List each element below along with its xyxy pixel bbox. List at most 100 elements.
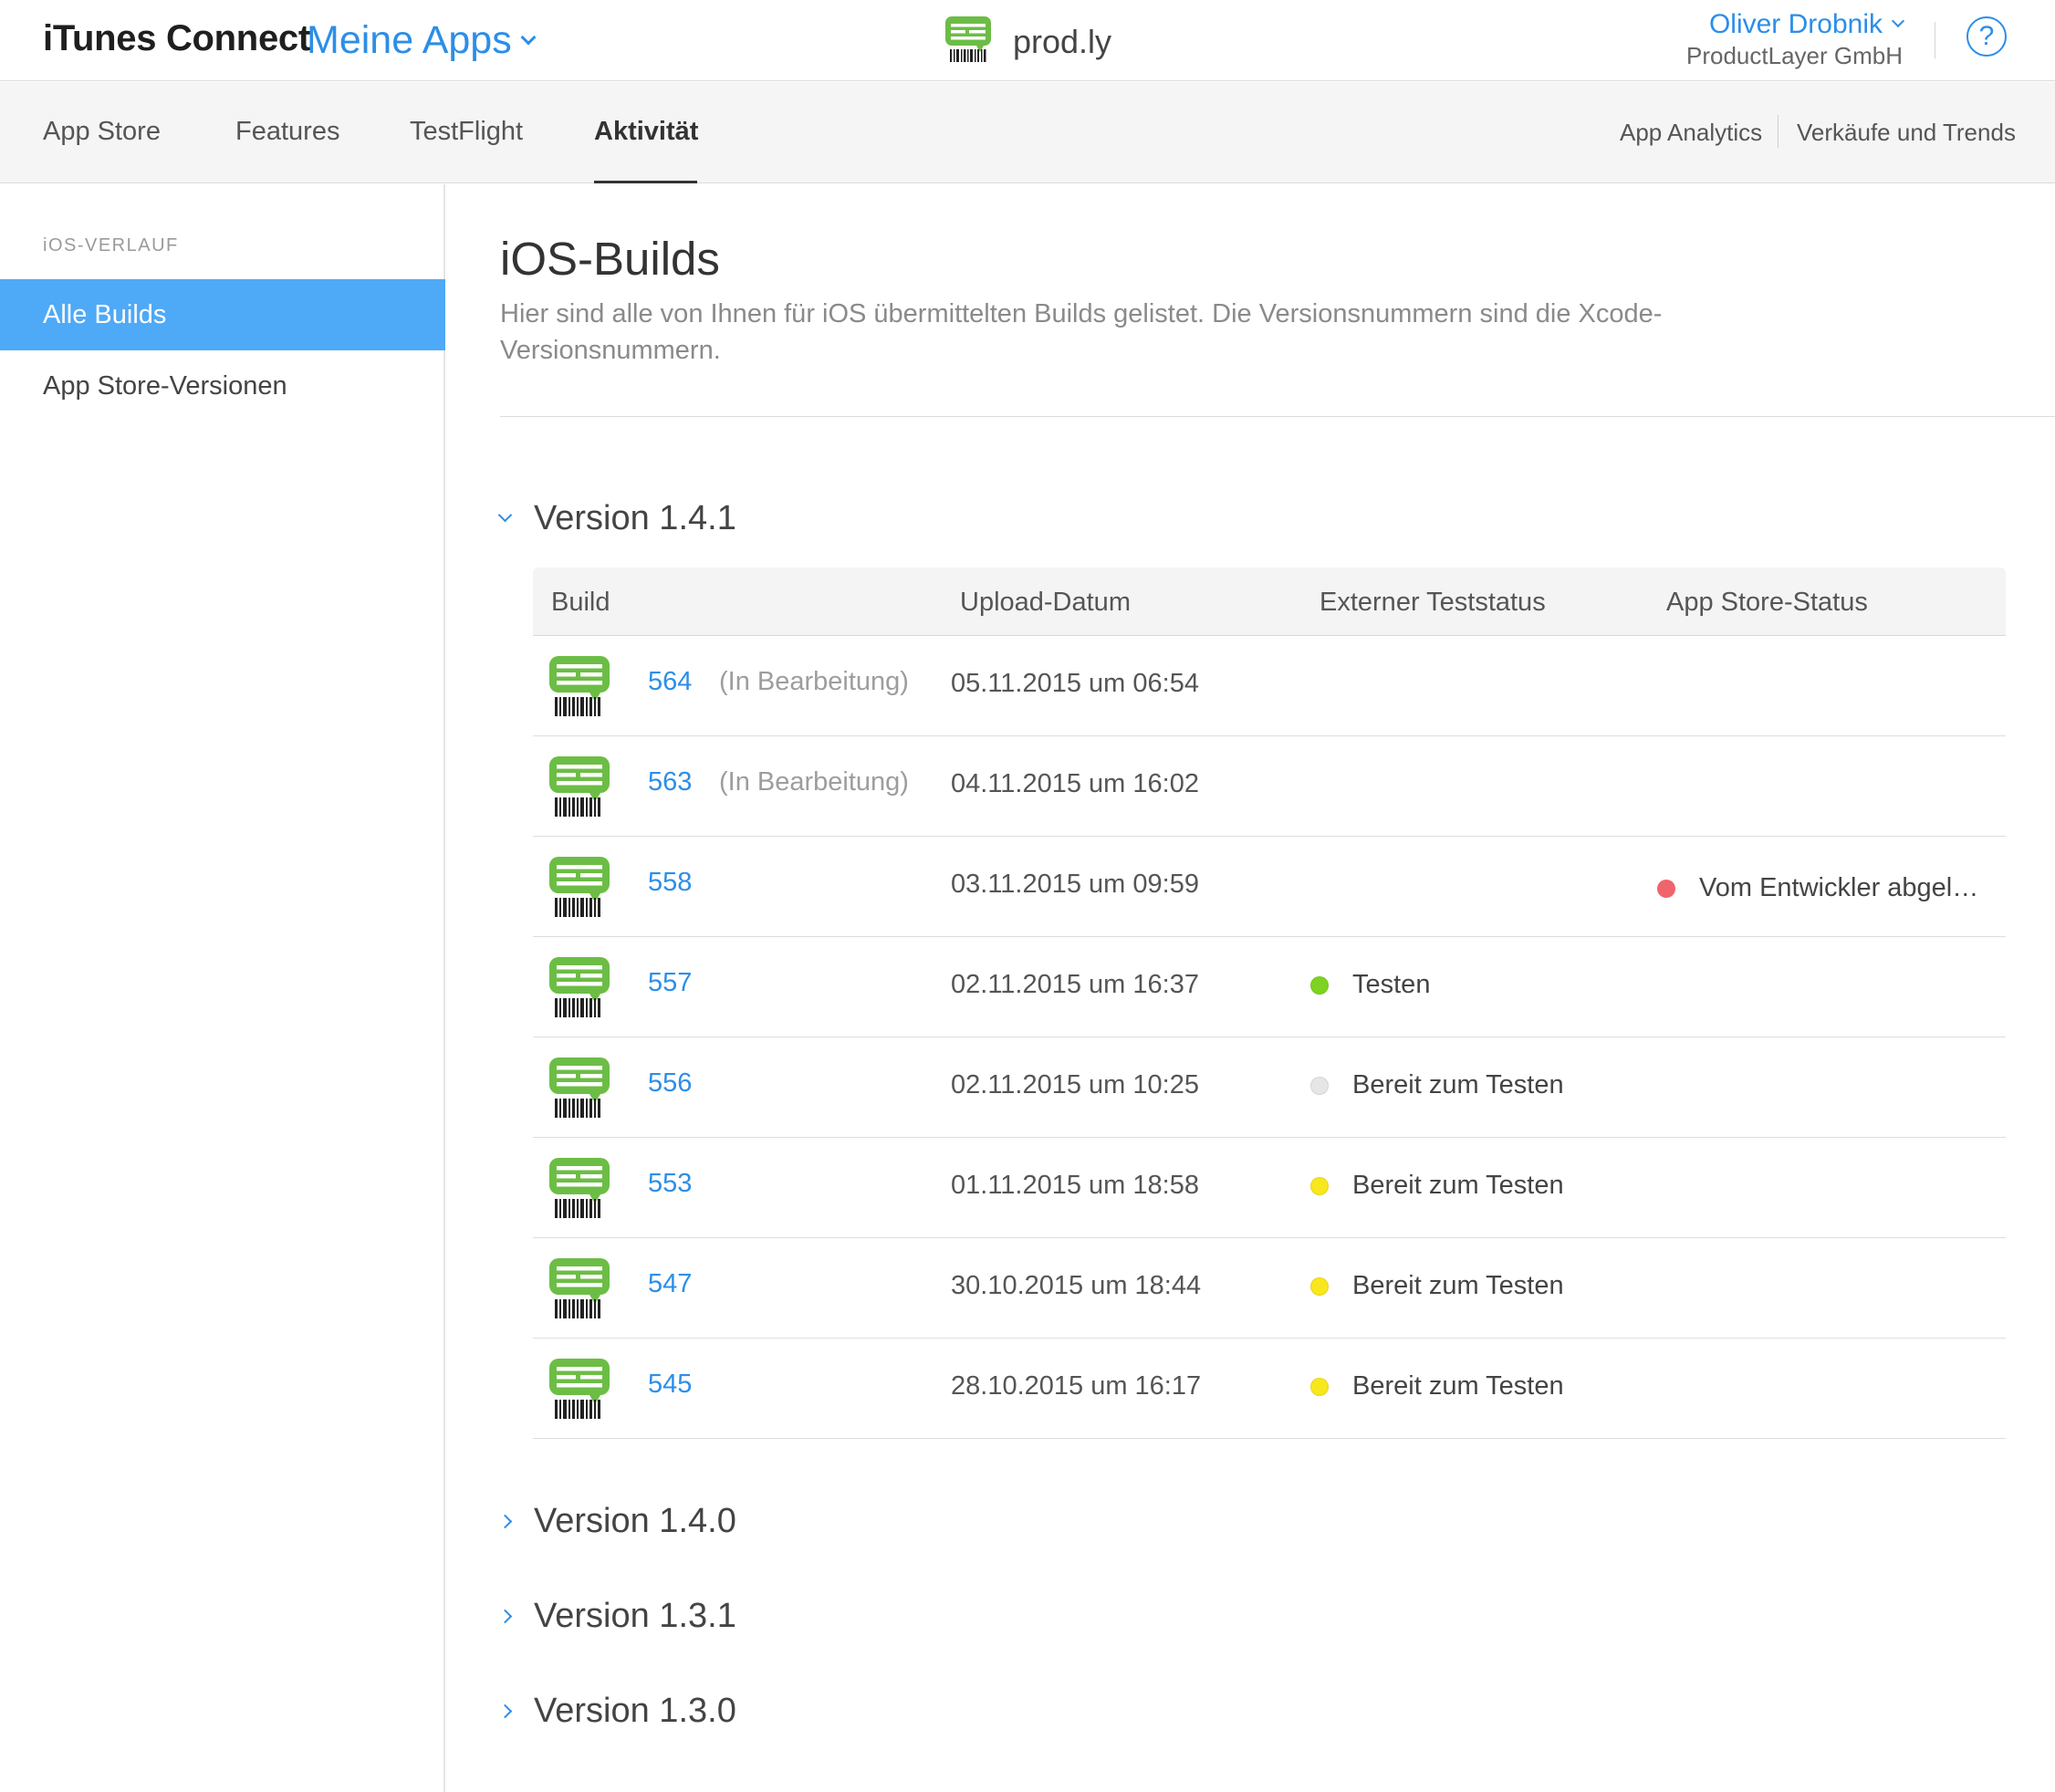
upload-date: 01.11.2015 um 18:58 [951,1171,1199,1200]
brand-title: iTunes Connect [43,18,310,58]
sidebar-item-app-store-versions[interactable]: App Store-Versionen [0,350,445,422]
status-dot-icon [1657,879,1675,898]
table-row[interactable]: 557 02.11.2015 um 16:37 Testen [533,937,2006,1037]
table-row[interactable]: 563 (In Bearbeitung) 04.11.2015 um 16:02 [533,736,2006,837]
chevron-right-icon [497,1609,513,1624]
external-test-status: Bereit zum Testen [1310,1070,1564,1100]
app-icon [548,654,611,724]
external-test-status-label: Bereit zum Testen [1352,1070,1564,1099]
build-number-link[interactable]: 557 [648,968,692,998]
page-description: Hier sind alle von Ihnen für iOS übermit… [500,299,1663,365]
external-test-status: Bereit zum Testen [1310,1271,1564,1301]
column-build: Build [551,588,610,617]
app-store-status-label: Vom Entwickler abgel… [1699,873,1979,902]
user-name: Oliver Drobnik [1708,9,1883,39]
chevron-down-icon [497,507,513,523]
upload-date: 02.11.2015 um 10:25 [951,1070,1199,1099]
sidebar: iOS-VERLAUF Alle Builds App Store-Versio… [0,184,445,1792]
build-number-link[interactable]: 563 [648,767,692,797]
external-test-status: Bereit zum Testen [1310,1171,1564,1201]
upload-date: 28.10.2015 um 16:17 [951,1371,1202,1401]
page-title: iOS-Builds [500,233,720,285]
external-test-status: Bereit zum Testen [1310,1371,1564,1401]
app-icon [548,855,611,925]
section-tabs: App Store Features TestFlight Aktivität … [0,82,2055,183]
top-header: iTunes Connect Meine Apps prod.ly Oliver… [0,0,2055,81]
column-upload-date: Upload-Datum [960,588,1131,617]
chevron-down-icon [1891,14,1905,28]
user-menu[interactable]: Oliver Drobnik [1686,9,1905,40]
main-content: iOS-Builds Hier sind alle von Ihnen für … [447,184,2055,1792]
tab-features[interactable]: Features [235,117,339,147]
table-row[interactable]: 547 30.10.2015 um 18:44 Bereit zum Testen [533,1238,2006,1339]
version-label: Version 1.4.1 [534,499,736,537]
version-label: Version 1.4.0 [534,1502,736,1540]
version-1-3-0-toggle[interactable]: Version 1.3.0 [497,1692,736,1731]
my-apps-label: Meine Apps [307,18,512,62]
tab-testflight[interactable]: TestFlight [410,117,523,147]
chevron-right-icon [497,1514,513,1529]
table-row[interactable]: 564 (In Bearbeitung) 05.11.2015 um 06:54 [533,636,2006,736]
app-store-status: Vom Entwickler abgel… [1657,873,1978,903]
status-dot-icon [1310,1377,1329,1396]
upload-date: 05.11.2015 um 06:54 [951,669,1199,698]
sales-trends-link[interactable]: Verkäufe und Trends [1797,119,2016,147]
upload-date: 04.11.2015 um 16:02 [951,769,1199,798]
table-row[interactable]: 553 01.11.2015 um 18:58 Bereit zum Testen [533,1138,2006,1238]
external-test-status-label: Bereit zum Testen [1352,1271,1564,1300]
build-processing-note: (In Bearbeitung) [719,667,909,696]
nav-separator [1778,115,1779,148]
tab-activity[interactable]: Aktivität [594,117,698,147]
build-number-link[interactable]: 547 [648,1269,692,1299]
upload-date: 30.10.2015 um 18:44 [951,1271,1202,1300]
active-tab-indicator [594,181,697,183]
tab-app-store[interactable]: App Store [43,117,161,147]
version-label: Version 1.3.1 [534,1597,736,1635]
table-header: Build Upload-Datum Externer Teststatus A… [533,568,2006,636]
chevron-right-icon [497,1703,513,1719]
upload-date: 02.11.2015 um 16:37 [951,970,1199,999]
builds-table: Build Upload-Datum Externer Teststatus A… [533,568,2006,1439]
app-icon [548,955,611,1026]
organization-name: ProductLayer GmbH [1686,42,1903,69]
current-app[interactable]: prod.ly [944,15,1111,68]
version-1-4-0-toggle[interactable]: Version 1.4.0 [497,1502,736,1541]
upload-date: 03.11.2015 um 09:59 [951,870,1199,899]
version-label: Version 1.3.0 [534,1692,736,1730]
column-external-test-status: Externer Teststatus [1320,588,1546,617]
sidebar-item-all-builds[interactable]: Alle Builds [0,279,445,350]
status-dot-icon [1310,1176,1329,1195]
app-icon [548,755,611,825]
divider [500,416,2055,417]
app-icon [944,15,993,68]
app-icon [548,1357,611,1427]
table-body: 564 (In Bearbeitung) 05.11.2015 um 06:54 56… [533,636,2006,1439]
table-row[interactable]: 558 03.11.2015 um 09:59 Vom Entwickler abg… [533,837,2006,937]
build-processing-note: (In Bearbeitung) [719,767,909,797]
sidebar-heading: iOS-VERLAUF [43,235,179,255]
app-icon [548,1056,611,1126]
build-number-link[interactable]: 564 [648,667,692,697]
status-dot-icon [1310,1276,1329,1296]
app-icon [548,1156,611,1226]
table-row[interactable]: 556 02.11.2015 um 10:25 Bereit zum Testen [533,1037,2006,1138]
table-row[interactable]: 545 28.10.2015 um 16:17 Bereit zum Testen [533,1339,2006,1439]
column-app-store-status: App Store-Status [1666,588,1868,617]
version-1-3-1-toggle[interactable]: Version 1.3.1 [497,1597,736,1636]
status-dot-icon [1310,975,1329,995]
app-name: prod.ly [1013,22,1112,60]
my-apps-menu[interactable]: Meine Apps [307,18,537,63]
build-number-link[interactable]: 558 [648,868,692,898]
app-analytics-link[interactable]: App Analytics [1620,119,1762,147]
external-test-status-label: Bereit zum Testen [1352,1171,1564,1200]
app-icon [548,1256,611,1327]
build-number-link[interactable]: 545 [648,1370,692,1400]
external-test-status-label: Bereit zum Testen [1352,1371,1564,1401]
help-icon[interactable]: ? [1966,16,2007,57]
external-test-status: Testen [1310,970,1430,1000]
build-number-link[interactable]: 556 [648,1068,692,1099]
version-1-4-1-toggle[interactable]: Version 1.4.1 [497,499,736,538]
user-account[interactable]: Oliver Drobnik ProductLayer GmbH [1686,9,1905,70]
status-dot-icon [1310,1076,1329,1095]
build-number-link[interactable]: 553 [648,1169,692,1199]
